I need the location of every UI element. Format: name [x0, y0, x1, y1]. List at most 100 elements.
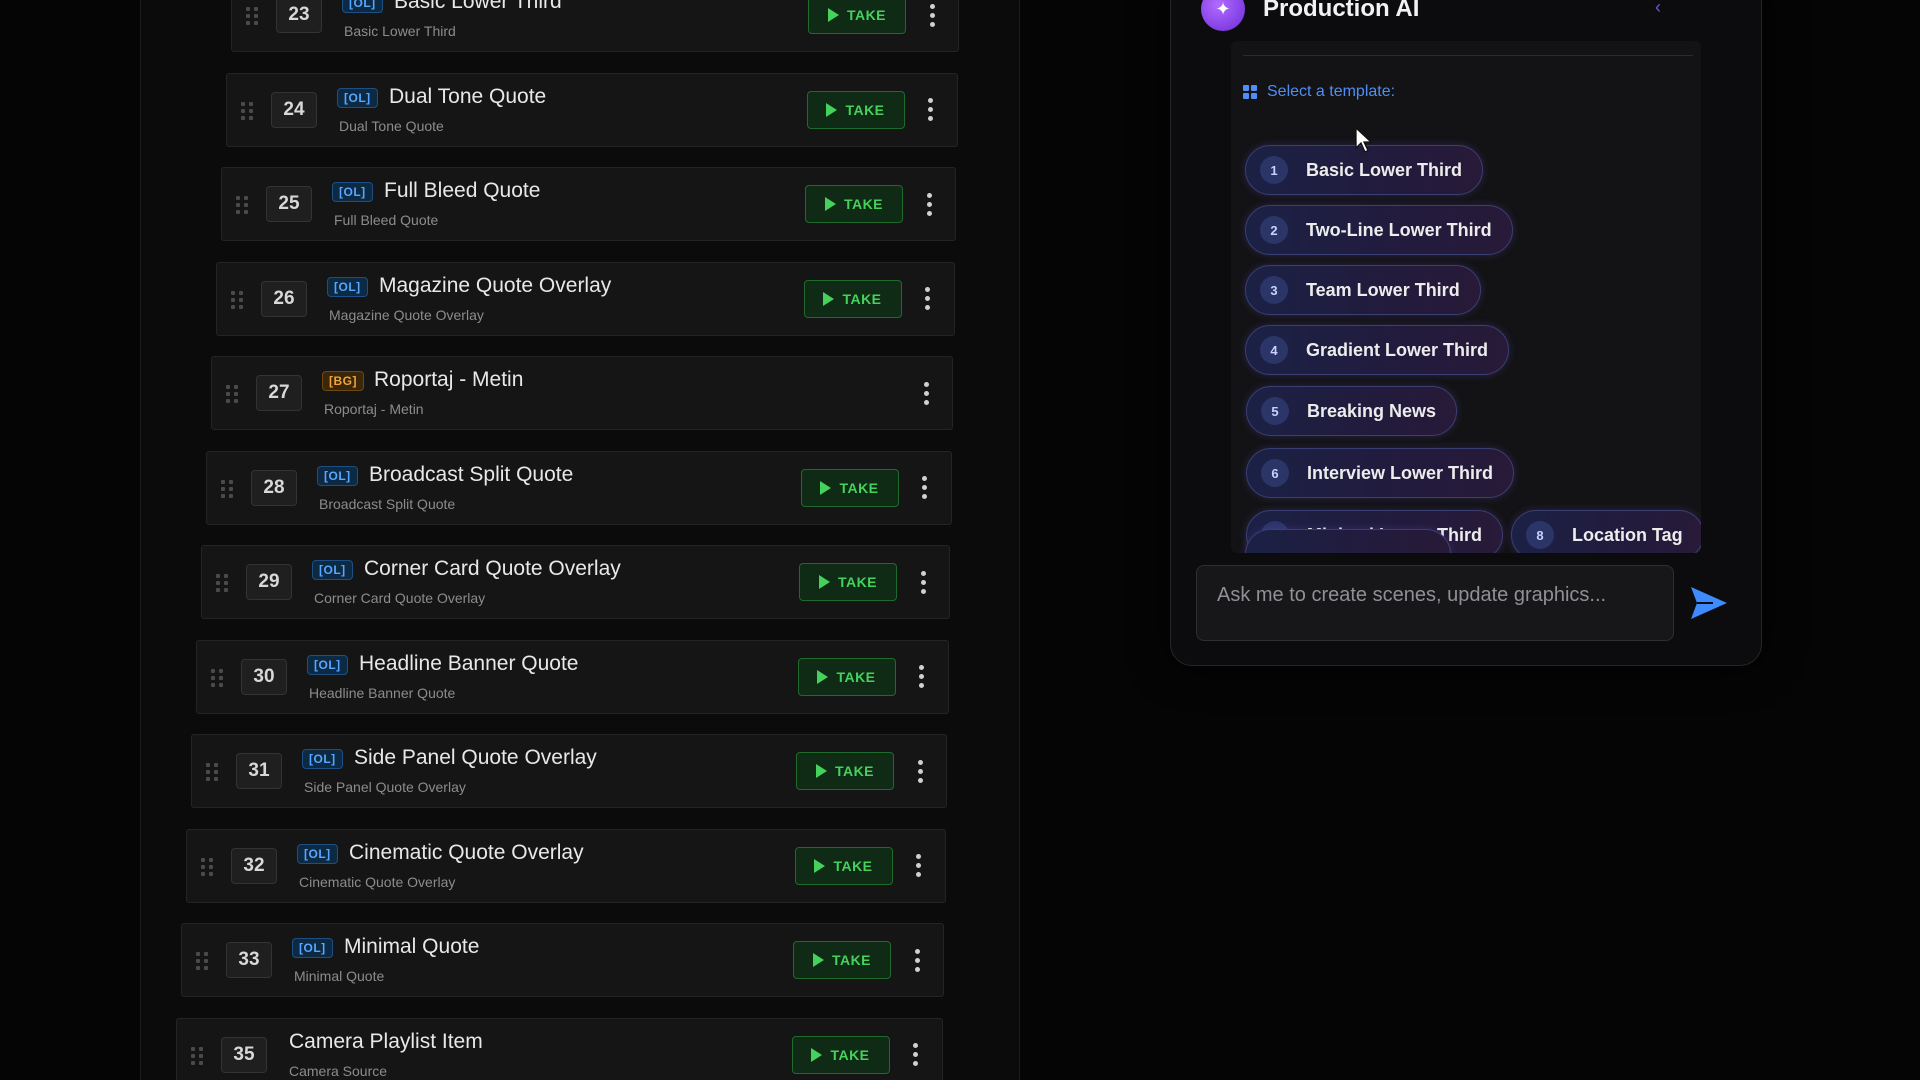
take-button[interactable]: TAKE: [797, 657, 896, 696]
playlist-row[interactable]: 26 [OL] Magazine Quote Overlay Magazine …: [216, 261, 955, 336]
drag-handle-icon[interactable]: [241, 101, 253, 120]
type-badge: [OL]: [312, 560, 353, 580]
row-title: Magazine Quote Overlay: [379, 273, 612, 297]
send-icon[interactable]: [1687, 583, 1731, 623]
row-title: Headline Banner Quote: [359, 651, 579, 675]
playlist-row[interactable]: 23 [OL] Basic Lower Third Basic Lower Th…: [231, 0, 959, 52]
playlist-row[interactable]: 32 [OL] Cinematic Quote Overlay Cinemati…: [186, 828, 946, 903]
take-button[interactable]: TAKE: [796, 752, 894, 790]
template-option-6[interactable]: 6 Interview Lower Third: [1246, 448, 1515, 498]
more-options-icon[interactable]: [913, 568, 933, 596]
take-button[interactable]: TAKE: [791, 1035, 890, 1074]
take-label: TAKE: [830, 1046, 870, 1063]
type-badge: [BG]: [322, 371, 364, 391]
row-title: Side Panel Quote Overlay: [354, 746, 597, 769]
take-button[interactable]: TAKE: [805, 185, 903, 223]
messages-area[interactable]: Select a template: 1 Basic Lower Third 2…: [1231, 41, 1701, 553]
chat-input[interactable]: Ask me to create scenes, update graphics…: [1196, 565, 1674, 641]
playlist-row[interactable]: 25 [OL] Full Bleed Quote Full Bleed Quot…: [221, 167, 956, 241]
row-title: Broadcast Split Quote: [369, 462, 574, 486]
take-button[interactable]: TAKE: [799, 563, 897, 601]
playlist-panel: 23 [OL] Basic Lower Third Basic Lower Th…: [140, 0, 1020, 1080]
more-options-icon[interactable]: [922, 1, 942, 29]
drag-handle-icon[interactable]: [216, 574, 228, 592]
sparkle-icon: ✦: [1201, 0, 1245, 31]
type-badge: [OL]: [337, 87, 378, 108]
type-badge: [OL]: [332, 182, 373, 202]
take-label: TAKE: [833, 857, 873, 874]
template-label: Basic Lower Third: [1306, 159, 1463, 180]
more-options-icon[interactable]: [906, 1041, 926, 1069]
playlist-row[interactable]: 30 [OL] Headline Banner Quote Headline B…: [196, 639, 949, 714]
take-button[interactable]: TAKE: [806, 90, 905, 129]
divider: [1243, 55, 1693, 56]
row-subtitle: Basic Lower Third: [344, 23, 456, 39]
select-template-text: Select a template:: [1267, 83, 1396, 100]
template-label: Gradient Lower Third: [1306, 339, 1489, 360]
drag-handle-icon[interactable]: [196, 952, 208, 970]
template-number: 8: [1526, 521, 1554, 549]
take-button[interactable]: TAKE: [800, 468, 899, 507]
drag-handle-icon[interactable]: [191, 1046, 203, 1065]
take-label: TAKE: [836, 668, 876, 685]
more-options-icon[interactable]: [907, 946, 927, 974]
playlist-row[interactable]: 33 [OL] Minimal Quote Minimal Quote TAKE: [181, 923, 944, 997]
more-options-icon[interactable]: [915, 474, 935, 502]
take-button[interactable]: TAKE: [794, 846, 893, 885]
template-label: Breaking News: [1307, 400, 1437, 421]
play-icon: [818, 575, 830, 589]
take-button[interactable]: TAKE: [803, 279, 902, 318]
grid-icon: [1243, 85, 1257, 99]
template-option-partial[interactable]: [1245, 529, 1451, 553]
row-number: 25: [266, 186, 312, 222]
drag-handle-icon[interactable]: [221, 479, 233, 498]
type-badge: [OL]: [307, 654, 348, 675]
take-button[interactable]: TAKE: [808, 0, 906, 34]
template-number: 3: [1260, 276, 1288, 304]
drag-handle-icon[interactable]: [211, 668, 223, 687]
more-options-icon[interactable]: [918, 285, 938, 313]
take-label: TAKE: [837, 574, 878, 590]
ai-assistant-panel: ✦ Production AI ‹ Select a template: 1 B…: [1170, 0, 1762, 666]
playlist-row[interactable]: 24 [OL] Dual Tone Quote Dual Tone Quote …: [226, 72, 958, 147]
template-option-4[interactable]: 4 Gradient Lower Third: [1245, 325, 1510, 375]
take-button[interactable]: TAKE: [793, 941, 891, 979]
row-number: 27: [256, 375, 302, 411]
playlist-row[interactable]: 29 [OL] Corner Card Quote Overlay Corner…: [201, 545, 950, 619]
more-options-icon[interactable]: [916, 379, 936, 407]
mouse-cursor-icon: [1355, 126, 1373, 153]
chevron-icon[interactable]: ‹: [1655, 0, 1661, 18]
row-subtitle: Cinematic Quote Overlay: [299, 873, 456, 890]
playlist-row[interactable]: 35 Camera Playlist Item Camera Source TA…: [176, 1017, 943, 1080]
row-subtitle: Corner Card Quote Overlay: [314, 590, 486, 606]
template-option-5[interactable]: 5 Breaking News: [1246, 386, 1458, 436]
drag-handle-icon[interactable]: [201, 857, 213, 876]
row-title: Camera Playlist Item: [289, 1029, 483, 1053]
play-icon: [814, 858, 826, 873]
more-options-icon[interactable]: [909, 852, 929, 880]
row-subtitle: Magazine Quote Overlay: [329, 306, 484, 323]
row-number: 23: [276, 0, 322, 33]
play-icon: [812, 953, 824, 967]
playlist-row[interactable]: 31 [OL] Side Panel Quote Overlay Side Pa…: [191, 734, 947, 808]
drag-handle-icon[interactable]: [206, 763, 218, 781]
drag-handle-icon[interactable]: [246, 7, 258, 25]
row-subtitle: Side Panel Quote Overlay: [304, 779, 466, 795]
drag-handle-icon[interactable]: [226, 385, 238, 403]
more-options-icon[interactable]: [919, 190, 939, 218]
drag-handle-icon[interactable]: [231, 290, 243, 309]
drag-handle-icon[interactable]: [236, 196, 248, 214]
more-options-icon[interactable]: [912, 663, 932, 691]
playlist-row[interactable]: 27 [BG] Roportaj - Metin Roportaj - Meti…: [211, 356, 953, 430]
row-title: Dual Tone Quote: [389, 84, 547, 108]
type-badge: [OL]: [302, 749, 343, 769]
take-label: TAKE: [834, 763, 875, 779]
playlist-row[interactable]: 28 [OL] Broadcast Split Quote Broadcast …: [206, 450, 952, 525]
play-icon: [817, 669, 829, 684]
template-option-8[interactable]: 8 Location Tag: [1511, 510, 1701, 553]
template-option-3[interactable]: 3 Team Lower Third: [1245, 265, 1481, 315]
more-options-icon[interactable]: [910, 757, 930, 785]
more-options-icon[interactable]: [921, 96, 941, 124]
template-option-2[interactable]: 2 Two-Line Lower Third: [1245, 205, 1513, 255]
template-number: 4: [1260, 336, 1288, 364]
